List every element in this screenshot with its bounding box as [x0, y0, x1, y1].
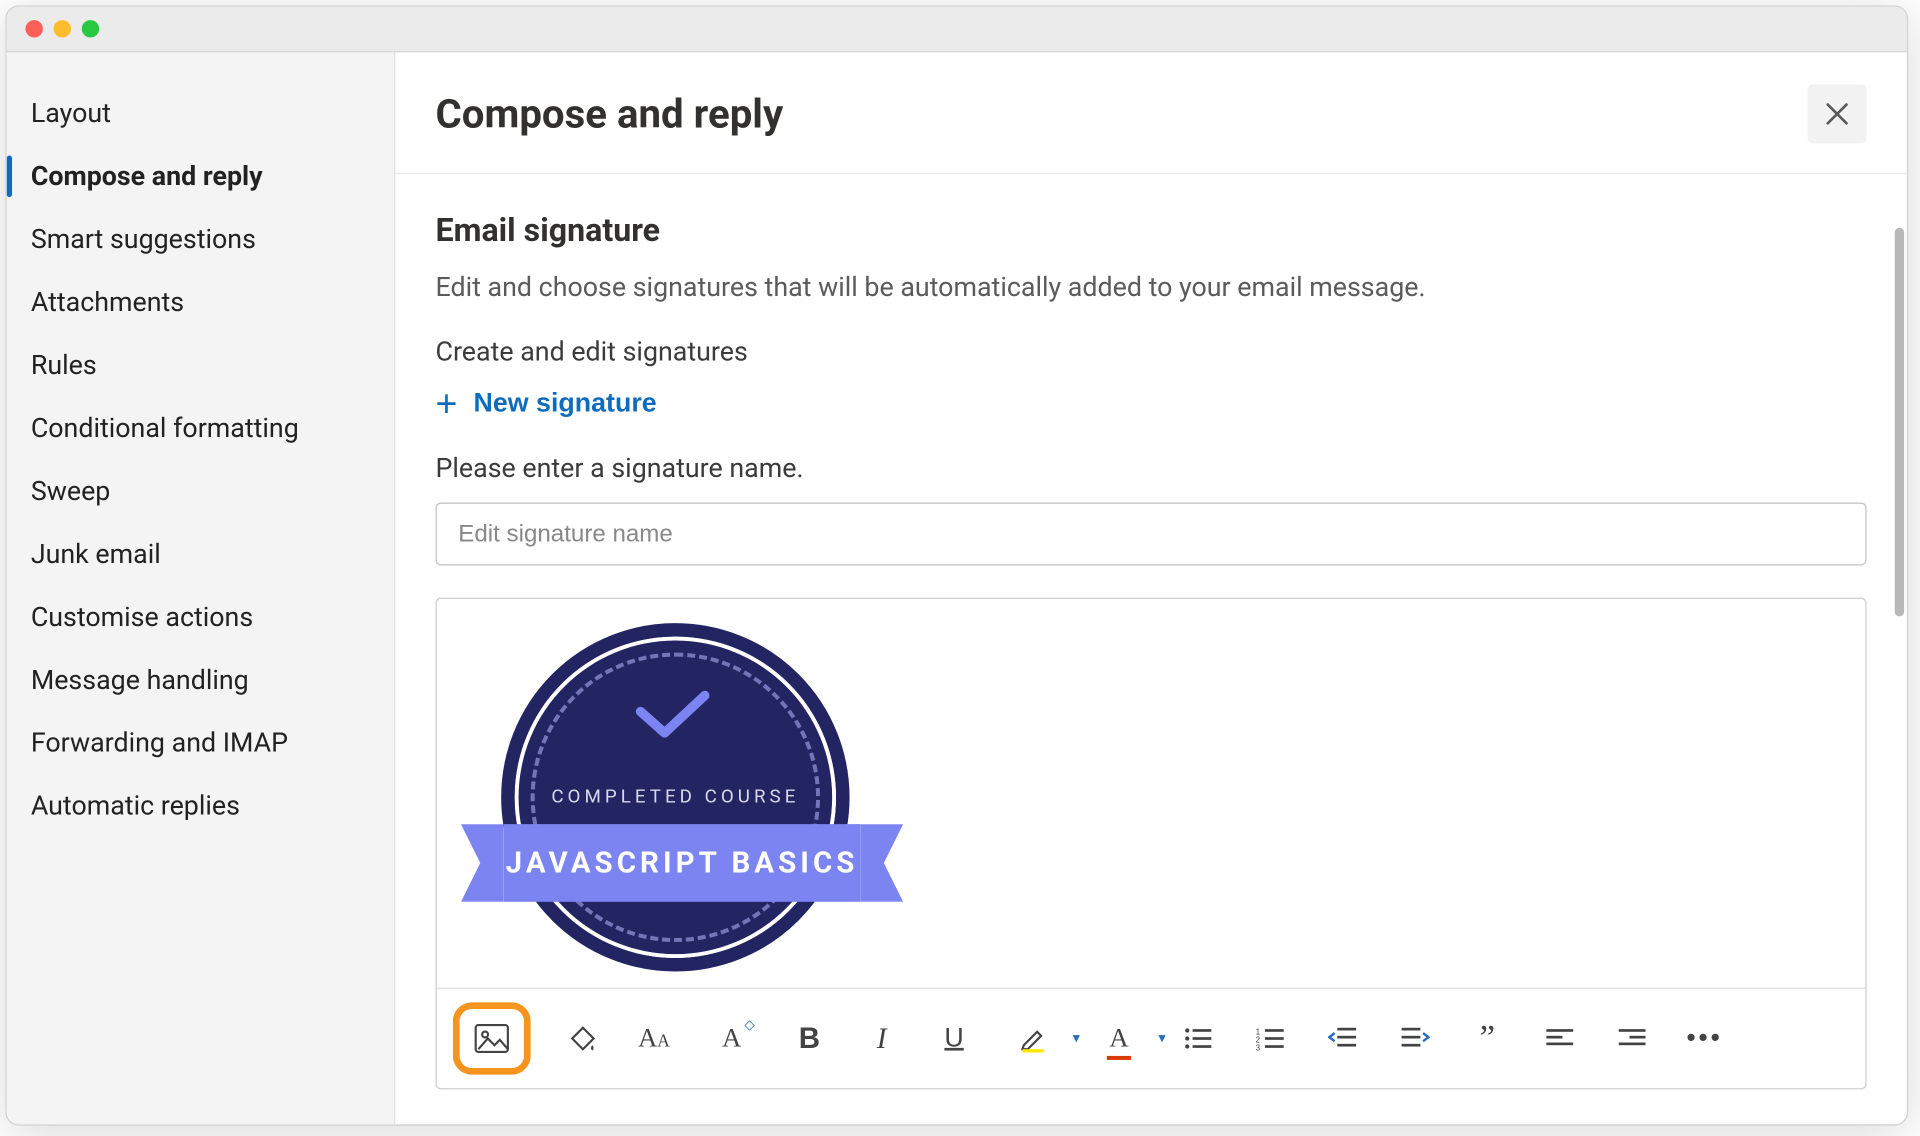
sidebar-item-sweep[interactable]: Sweep	[7, 460, 394, 523]
sidebar-item-layout[interactable]: Layout	[7, 82, 394, 145]
sidebar-item-automatic-replies[interactable]: Automatic replies	[7, 775, 394, 838]
highlighter-icon	[1018, 1024, 1047, 1053]
plus-icon: +	[436, 395, 458, 414]
signature-name-prompt: Please enter a signature name.	[436, 452, 1867, 484]
new-signature-button[interactable]: + New signature	[436, 386, 657, 422]
sidebar-item-attachments[interactable]: Attachments	[7, 271, 394, 334]
signature-editor: COMPLETED COURSE JAVASCRIPT BASICS	[436, 598, 1867, 1090]
settings-sidebar: Layout Compose and reply Smart suggestio…	[7, 52, 396, 1124]
settings-window: Layout Compose and reply Smart suggestio…	[5, 5, 1908, 1125]
sidebar-item-conditional-formatting[interactable]: Conditional formatting	[7, 397, 394, 460]
toolbar-font-color[interactable]: A ▾	[1091, 1017, 1147, 1060]
toolbar-more-options[interactable]: •••	[1683, 1017, 1726, 1060]
badge-top-text: COMPLETED COURSE	[501, 787, 849, 808]
toolbar-indent[interactable]	[1394, 1017, 1437, 1060]
toolbar-highlight-color[interactable]: ▾	[1005, 1017, 1061, 1060]
section-description: Edit and choose signatures that will be …	[436, 271, 1867, 303]
titlebar	[7, 7, 1907, 53]
scroll-area: Email signature Edit and choose signatur…	[395, 174, 1907, 1124]
toolbar-numbered-list[interactable]: 1 2 3	[1249, 1017, 1292, 1060]
outdent-icon	[1328, 1026, 1357, 1050]
ellipsis-icon: •••	[1686, 1023, 1722, 1054]
window-close-dot[interactable]	[25, 20, 42, 37]
toolbar-underline[interactable]: U	[933, 1017, 976, 1060]
badge-ribbon: JAVASCRIPT BASICS	[461, 824, 903, 902]
toolbar-quote[interactable]: ”	[1466, 1017, 1509, 1060]
sidebar-item-message-handling[interactable]: Message handling	[7, 649, 394, 712]
svg-text:3: 3	[1256, 1044, 1261, 1051]
settings-content: Compose and reply Email signature Edit a…	[395, 52, 1907, 1124]
insert-image-highlight	[453, 1002, 531, 1074]
bullet-list-icon	[1183, 1026, 1212, 1050]
badge-check-icon	[635, 687, 710, 746]
page-title: Compose and reply	[436, 90, 784, 137]
numbered-list-icon: 1 2 3	[1256, 1026, 1285, 1050]
toolbar-bulleted-list[interactable]	[1177, 1017, 1220, 1060]
sidebar-item-compose-and-reply[interactable]: Compose and reply	[7, 145, 394, 208]
sidebar-item-forwarding-and-imap[interactable]: Forwarding and IMAP	[7, 712, 394, 775]
subsection-create-edit: Create and edit signatures	[436, 335, 1867, 367]
sidebar-item-junk-email[interactable]: Junk email	[7, 523, 394, 586]
close-icon	[1824, 101, 1851, 128]
align-right-icon	[1617, 1028, 1646, 1049]
window-minimize-dot[interactable]	[54, 20, 71, 37]
ribbon-text: JAVASCRIPT BASICS	[504, 824, 860, 902]
underline-icon: U	[944, 1023, 963, 1054]
ribbon-tail-left	[461, 824, 504, 902]
window-zoom-dot[interactable]	[82, 20, 99, 37]
close-button[interactable]	[1808, 84, 1867, 143]
toolbar-font-family[interactable]: AA	[632, 1017, 675, 1060]
paint-bucket-icon	[565, 1022, 597, 1054]
section-heading-signature: Email signature	[436, 212, 1867, 250]
sidebar-item-rules[interactable]: Rules	[7, 334, 394, 397]
toolbar-bold[interactable]: B	[788, 1017, 831, 1060]
font-family-icon: AA	[638, 1023, 670, 1054]
scrollbar-thumb[interactable]	[1895, 228, 1904, 617]
sidebar-item-customise-actions[interactable]: Customise actions	[7, 586, 394, 649]
toolbar-align-right[interactable]	[1611, 1017, 1654, 1060]
image-icon	[474, 1024, 509, 1053]
toolbar-font-size[interactable]: A◇	[705, 1017, 759, 1060]
font-size-icon: A◇	[722, 1023, 741, 1054]
bold-icon: B	[799, 1021, 820, 1056]
signature-name-input[interactable]	[436, 503, 1867, 566]
toolbar-format-painter[interactable]	[560, 1017, 603, 1060]
editor-toolbar: AA A◇ B I	[437, 988, 1865, 1089]
quote-icon: ”	[1480, 1032, 1495, 1046]
toolbar-insert-image[interactable]	[470, 1017, 513, 1060]
align-left-icon	[1545, 1028, 1574, 1049]
new-signature-label: New signature	[474, 389, 657, 420]
chevron-down-icon: ▾	[1158, 1029, 1165, 1046]
toolbar-outdent[interactable]	[1321, 1017, 1364, 1060]
toolbar-italic[interactable]: I	[860, 1017, 903, 1060]
toolbar-align-left[interactable]	[1538, 1017, 1581, 1060]
badge-image: COMPLETED COURSE JAVASCRIPT BASICS	[461, 623, 890, 987]
ribbon-tail-right	[860, 824, 903, 902]
italic-icon: I	[877, 1021, 887, 1056]
signature-editor-canvas[interactable]: COMPLETED COURSE JAVASCRIPT BASICS	[437, 599, 1865, 988]
font-color-icon: A	[1109, 1023, 1128, 1054]
chevron-down-icon: ▾	[1073, 1029, 1080, 1046]
page-header: Compose and reply	[395, 52, 1907, 174]
sidebar-item-smart-suggestions[interactable]: Smart suggestions	[7, 208, 394, 271]
indent-icon	[1400, 1026, 1429, 1050]
